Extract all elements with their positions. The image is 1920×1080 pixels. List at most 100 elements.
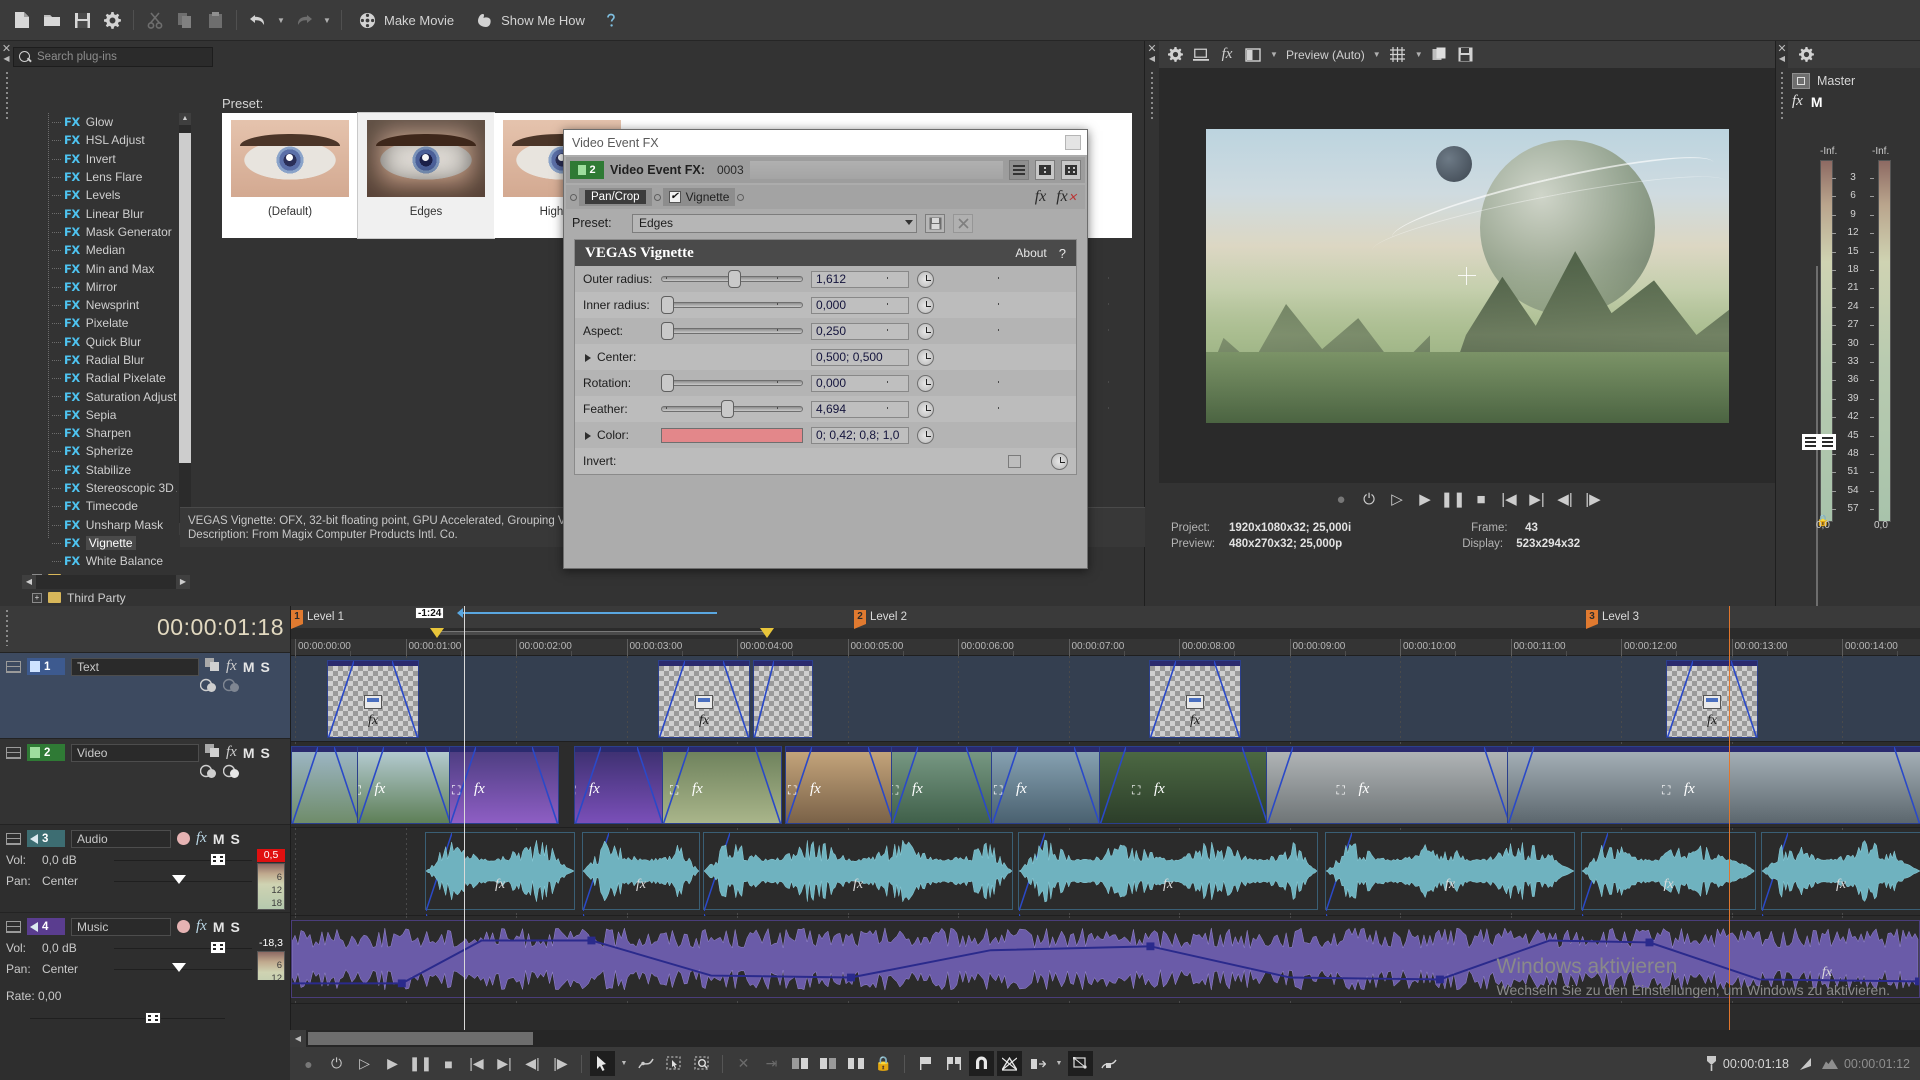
open-project-icon[interactable] xyxy=(38,6,66,34)
audio-event[interactable]: fx xyxy=(425,832,575,993)
plugin-item[interactable]: FX Min and Max xyxy=(22,259,177,277)
track-header-3[interactable]: 3 Audio fx M S Vol: 0,0 dB Pan: Center 0… xyxy=(0,825,290,913)
color-swatch[interactable] xyxy=(661,427,803,443)
plugin-folder[interactable]: + Third Party xyxy=(22,589,177,607)
plugin-item[interactable]: FX Spherize xyxy=(22,442,177,460)
dialog-title-bar[interactable]: Video Event FX xyxy=(564,130,1087,155)
timeline-event[interactable]: ⛶ fx xyxy=(1099,746,1269,824)
go-to-start-icon[interactable]: |◀ xyxy=(464,1051,489,1076)
track-3-name[interactable]: Audio xyxy=(71,829,171,848)
overlay-grid-caret-icon[interactable]: ▼ xyxy=(1412,41,1426,69)
preset-card[interactable]: Edges xyxy=(357,112,495,239)
parameter-value[interactable]: 0,500; 0,500 xyxy=(811,348,909,366)
track-2-solo-button[interactable]: S xyxy=(261,745,270,761)
track-1-fx-button[interactable]: fx xyxy=(226,658,237,675)
slider-knob[interactable] xyxy=(661,322,674,340)
split-screen-icon[interactable] xyxy=(1241,44,1265,66)
event-pan-crop-icon[interactable]: ⛶ xyxy=(670,783,678,798)
parameter-value[interactable]: 0; 0,42; 0,8; 1,0 xyxy=(811,426,909,444)
record-icon[interactable]: ● xyxy=(296,1051,321,1076)
track-1-name[interactable]: Text xyxy=(71,657,199,676)
plugin-tree-scrollbar[interactable]: ▲ ▼ xyxy=(179,113,191,535)
event-fx-glyph[interactable]: fx xyxy=(1016,781,1027,798)
parameter-slider[interactable] xyxy=(661,270,1883,288)
undo-dropdown-caret-icon[interactable]: ▼ xyxy=(274,6,288,34)
timeline-event[interactable] xyxy=(291,746,361,824)
parameter-value[interactable]: 1,612 xyxy=(811,270,909,288)
track-4-mute-button[interactable]: M xyxy=(213,919,225,935)
audio-event-fx-glyph[interactable]: fx xyxy=(853,877,863,893)
view-list-button[interactable] xyxy=(1009,160,1029,180)
timeline-event[interactable] xyxy=(753,660,813,738)
slider-knob[interactable] xyxy=(721,400,734,418)
track-4-arm-record-icon[interactable] xyxy=(177,920,190,933)
timeline-scroll-left-icon[interactable]: ◀ xyxy=(290,1030,306,1047)
plugin-item[interactable]: FX Pixelate xyxy=(22,314,177,332)
plugin-item[interactable]: FX Levels xyxy=(22,186,177,204)
parameter-value[interactable]: 0,000 xyxy=(811,374,909,392)
parameter-value[interactable]: 0,250 xyxy=(811,322,909,340)
delete-icon[interactable]: ✕ xyxy=(731,1051,756,1076)
event-fx-glyph[interactable]: fx xyxy=(810,781,821,798)
event-fx-glyph[interactable]: fx xyxy=(1684,781,1695,798)
redo-dropdown-caret-icon[interactable]: ▼ xyxy=(320,6,334,34)
insert-marker-icon[interactable] xyxy=(913,1051,938,1076)
master-fader-handle[interactable] xyxy=(1802,434,1836,450)
track-3-volume-slider[interactable] xyxy=(114,852,252,867)
preview-fx-icon[interactable]: fx xyxy=(1215,44,1239,66)
audio-event-fx-glyph[interactable]: fx xyxy=(1445,877,1455,893)
project-properties-gear-icon[interactable] xyxy=(98,6,126,34)
scroll-left-icon[interactable]: ◀ xyxy=(22,575,36,589)
timeline-event[interactable]: ⛶ fx xyxy=(357,746,452,824)
next-frame-icon[interactable]: |▶ xyxy=(548,1051,573,1076)
plugin-item[interactable]: FX Sepia xyxy=(22,406,177,424)
plugin-item[interactable]: FX Invert xyxy=(22,150,177,168)
event-pan-crop-icon[interactable]: ⛶ xyxy=(1132,783,1140,798)
audio-event-fx-glyph[interactable]: fx xyxy=(1663,877,1673,893)
keyframe-clock-icon[interactable] xyxy=(917,374,934,392)
next-frame-icon[interactable]: |▶ xyxy=(1583,489,1603,509)
track-2-motion-icon[interactable] xyxy=(199,764,217,782)
preview-quality-label[interactable]: Preview (Auto) xyxy=(1283,48,1368,62)
track-lane-2[interactable]: ⛶ fx ⛶ fx ⛶ fx ⛶ fx ⛶ fx ⛶ fx ⛶ fx ⛶ fx ⛶ fx ⛶ fx xyxy=(291,742,1920,828)
preview-collapse-icon[interactable]: ◀ xyxy=(1149,54,1155,64)
keyframe-clock-icon[interactable] xyxy=(917,348,934,366)
scroll-right-icon[interactable]: ▶ xyxy=(176,575,190,589)
insert-region-icon[interactable] xyxy=(941,1051,966,1076)
previous-frame-icon[interactable]: ◀| xyxy=(1555,489,1575,509)
auto-ripple-icon[interactable] xyxy=(1025,1051,1050,1076)
keyframe-clock-icon[interactable] xyxy=(917,426,934,444)
help-question-icon[interactable] xyxy=(597,6,625,34)
view-grid3-button[interactable] xyxy=(1061,160,1081,180)
event-fx-glyph[interactable]: fx xyxy=(1359,781,1370,798)
plugin-item[interactable]: FX Saturation Adjust xyxy=(22,387,177,405)
preset-card[interactable]: (Default) xyxy=(222,113,358,238)
timeline-event[interactable]: ⛶ fx xyxy=(574,746,664,824)
loop-region-line[interactable] xyxy=(457,608,717,618)
lock-icon[interactable]: 🔒 xyxy=(871,1051,896,1076)
timeline-event[interactable]: fx xyxy=(1149,660,1241,738)
edit-tool-caret-icon[interactable]: ▼ xyxy=(618,1051,630,1076)
auto-crossfade-icon[interactable] xyxy=(997,1051,1022,1076)
track-3-fx-button[interactable]: fx xyxy=(196,830,207,847)
track-4-solo-button[interactable]: S xyxy=(231,919,240,935)
preview-close-icon[interactable]: ✕ xyxy=(1147,44,1156,55)
event-fx-glyph[interactable]: fx xyxy=(692,781,703,798)
event-fx-glyph[interactable]: fx xyxy=(589,781,600,798)
timeline-event[interactable]: ⛶ fx xyxy=(991,746,1101,824)
preview-stage[interactable] xyxy=(1159,68,1775,483)
redo-icon[interactable] xyxy=(290,6,318,34)
plugin-item[interactable]: FX Linear Blur xyxy=(22,204,177,222)
new-project-icon[interactable] xyxy=(8,6,36,34)
audio-event[interactable]: fx xyxy=(582,832,700,993)
dialog-minimize-button[interactable] xyxy=(1065,135,1081,150)
track-2-parent-motion-icon[interactable] xyxy=(222,764,240,782)
track-1-solo-button[interactable]: S xyxy=(261,659,270,675)
track-4-fx-button[interactable]: fx xyxy=(196,918,207,935)
preview-quality-caret-icon[interactable]: ▼ xyxy=(1370,41,1384,69)
timeline-event[interactable]: ⛶ fx xyxy=(1266,746,1511,824)
event-pan-crop-icon[interactable]: ⛶ xyxy=(994,783,1002,798)
snapping-magnet-icon[interactable] xyxy=(969,1051,994,1076)
save-project-icon[interactable] xyxy=(68,6,96,34)
loop-playback-icon[interactable]: ⏻ xyxy=(1359,489,1379,509)
